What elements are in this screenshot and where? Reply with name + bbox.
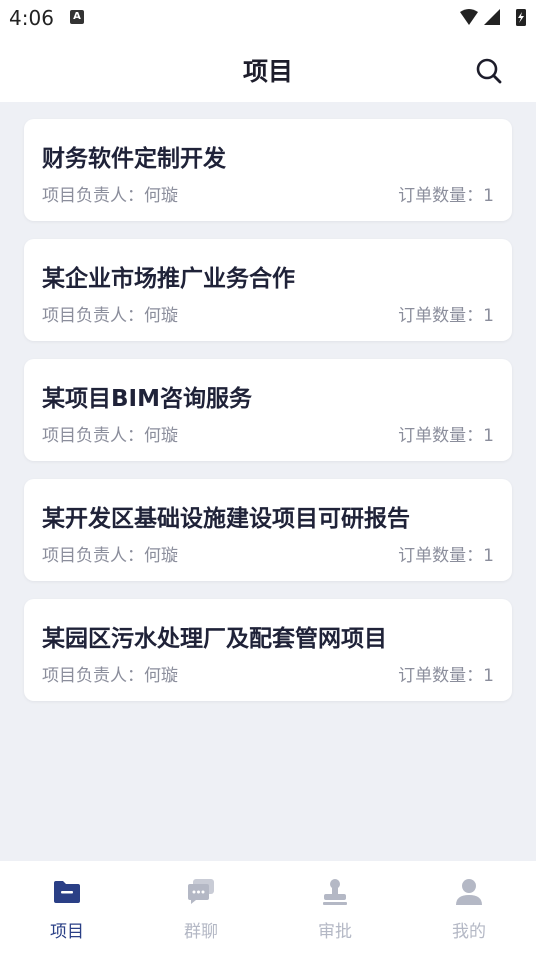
project-card[interactable]: 某企业市场推广业务合作 项目负责人：何璇 订单数量：1 [24, 239, 512, 341]
project-list: 财务软件定制开发 项目负责人：何璇 订单数量：1 某企业市场推广业务合作 项目负… [24, 119, 512, 719]
project-owner: 项目负责人：何璇 [42, 546, 178, 566]
project-card[interactable]: 财务软件定制开发 项目负责人：何璇 订单数量：1 [24, 119, 512, 221]
project-title: 某园区污水处理厂及配套管网项目 [42, 626, 387, 652]
project-card[interactable]: 某园区污水处理厂及配套管网项目 项目负责人：何璇 订单数量：1 [24, 599, 512, 701]
tab-projects[interactable]: 项目 [0, 861, 134, 954]
tab-label: 我的 [452, 922, 486, 942]
tab-group-chat[interactable]: 群聊 [134, 861, 268, 954]
tab-label: 审批 [318, 922, 352, 942]
cellular-icon [484, 9, 500, 25]
order-count: 订单数量：1 [398, 546, 494, 566]
notification-badge-icon: A [70, 10, 84, 24]
status-bar: 4:06 A [0, 0, 536, 38]
approval-icon [323, 879, 347, 905]
user-icon [456, 879, 482, 905]
project-card[interactable]: 某项目BIM咨询服务 项目负责人：何璇 订单数量：1 [24, 359, 512, 461]
tab-label: 项目 [50, 922, 84, 942]
order-count: 订单数量：1 [398, 666, 494, 686]
chat-icon [188, 879, 214, 904]
status-time: 4:06 [9, 6, 54, 30]
project-title: 财务软件定制开发 [42, 146, 226, 172]
tab-label: 群聊 [184, 922, 218, 942]
order-count: 订单数量：1 [398, 426, 494, 446]
project-owner: 项目负责人：何璇 [42, 306, 178, 326]
app-header: 项目 [0, 38, 536, 102]
project-owner: 项目负责人：何璇 [42, 666, 178, 686]
wifi-icon [460, 9, 478, 25]
project-card[interactable]: 某开发区基础设施建设项目可研报告 项目负责人：何璇 订单数量：1 [24, 479, 512, 581]
bottom-tab-bar: 项目 群聊 审批 我的 [0, 861, 536, 954]
project-title: 某企业市场推广业务合作 [42, 266, 295, 292]
order-count: 订单数量：1 [398, 186, 494, 206]
search-icon[interactable] [474, 56, 504, 86]
order-count: 订单数量：1 [398, 306, 494, 326]
project-title: 某开发区基础设施建设项目可研报告 [42, 506, 410, 532]
project-title: 某项目BIM咨询服务 [42, 386, 252, 412]
tab-approval[interactable]: 审批 [268, 861, 402, 954]
project-owner: 项目负责人：何璇 [42, 186, 178, 206]
tab-profile[interactable]: 我的 [402, 861, 536, 954]
project-owner: 项目负责人：何璇 [42, 426, 178, 446]
page-title: 项目 [242, 57, 293, 86]
status-icons [460, 9, 526, 26]
folder-icon [54, 881, 80, 903]
